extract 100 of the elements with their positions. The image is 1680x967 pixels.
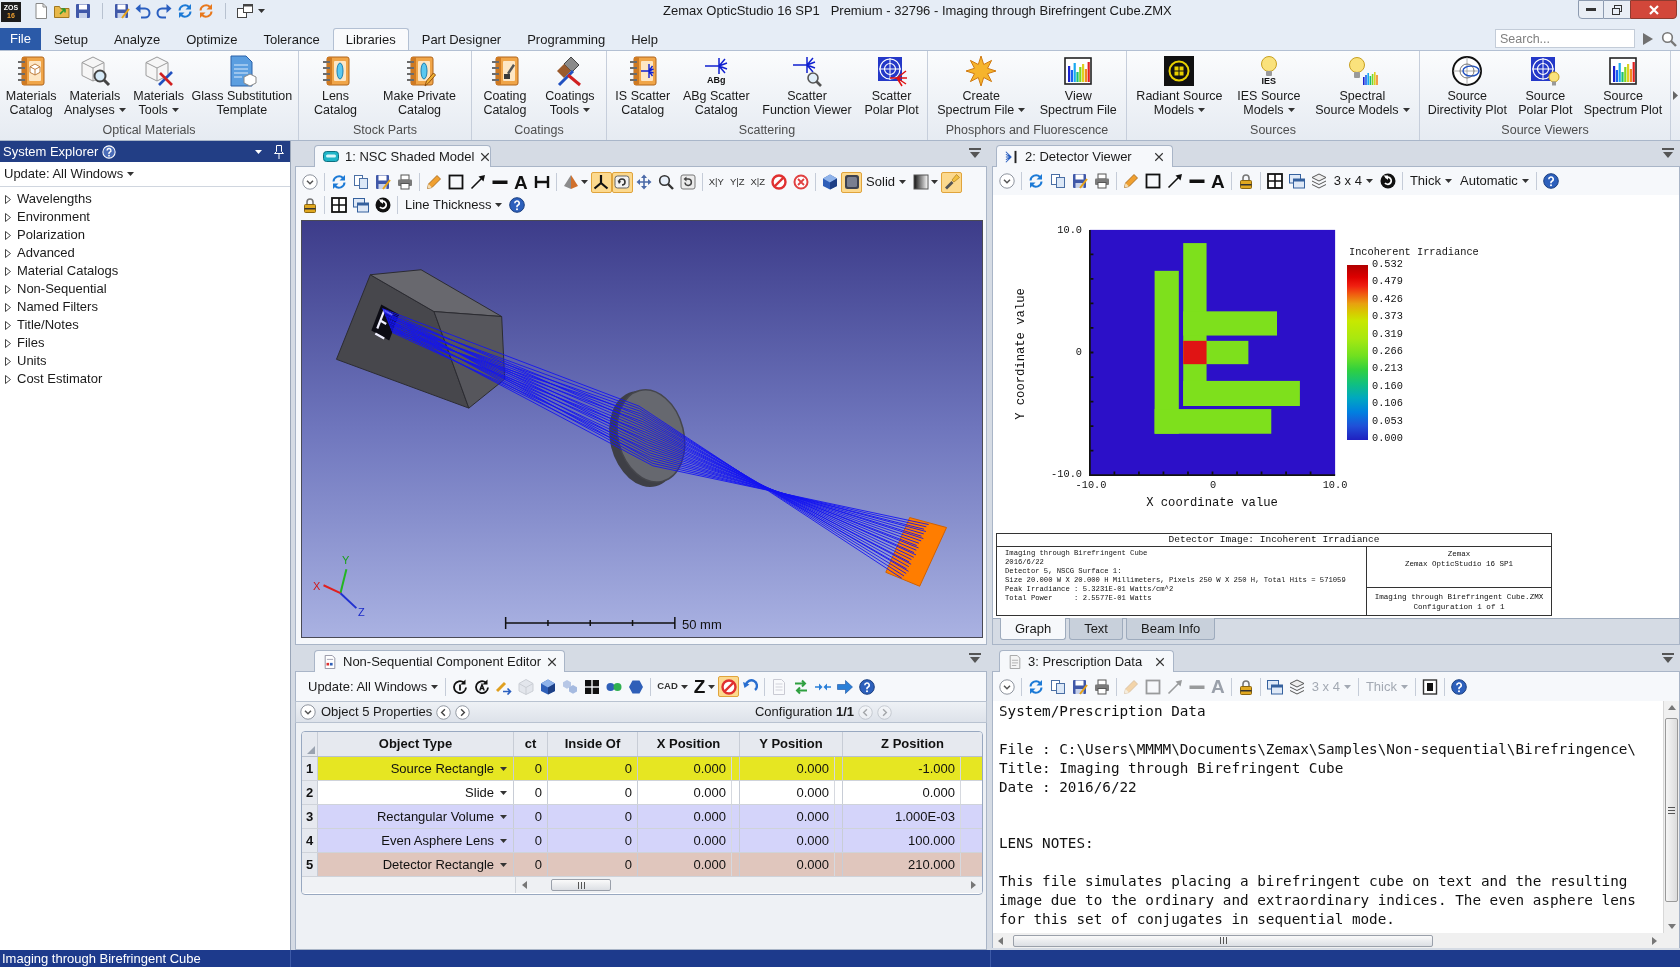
tree-item[interactable]: Polarization (0, 226, 89, 244)
ribbon-button[interactable]: Materials Analyses (62, 55, 128, 117)
menu-tab[interactable]: Libraries (332, 28, 409, 50)
chevron-down-icon[interactable] (999, 678, 1015, 695)
view-plane-button[interactable]: X|Z (747, 171, 769, 193)
expand-arrow-icon[interactable] (5, 374, 11, 384)
hexagon-icon[interactable] (628, 678, 645, 695)
windows-icon[interactable] (353, 197, 369, 213)
scrollbar-thumb[interactable] (551, 879, 611, 891)
redo-icon[interactable] (156, 3, 172, 19)
ribbon-button[interactable]: Make Private Catalog (381, 55, 458, 117)
expand-arrow-icon[interactable] (5, 284, 11, 294)
arrow-icon[interactable] (1167, 173, 1183, 189)
text-tool-button[interactable]: A (1208, 170, 1228, 192)
layers-icon[interactable] (1288, 678, 1305, 695)
expand-arrow-icon[interactable] (5, 212, 11, 222)
ribbon-button[interactable]: Spectral Source Models (1313, 55, 1412, 117)
cube-icon[interactable] (540, 678, 557, 695)
expand-arrow-icon[interactable] (5, 356, 11, 366)
window-layout-icon[interactable] (237, 3, 253, 19)
scroll-left-icon[interactable] (522, 881, 527, 889)
letter-dropdown[interactable]: Z (690, 676, 719, 697)
pin-icon[interactable] (274, 144, 284, 159)
dropdown-button[interactable]: 3 x 4 (1329, 170, 1377, 192)
ribbon-button[interactable]: Glass Substitution Template (189, 55, 295, 117)
pane-menu-icon[interactable] (969, 653, 981, 663)
open-folder-icon[interactable] (54, 3, 70, 19)
ribbon-button[interactable]: Source Spectrum Plot (1581, 55, 1665, 117)
ribbon-button[interactable]: Source Directivity Plot (1425, 55, 1509, 117)
play-icon[interactable] (1643, 32, 1653, 45)
chevron-down-icon[interactable] (302, 174, 318, 190)
ribbon-button[interactable]: Coating Catalog (481, 55, 529, 117)
pane-menu-icon[interactable] (1662, 148, 1674, 158)
shaded-square-toggle[interactable] (841, 171, 863, 193)
ribbon-button[interactable]: Materials Catalog (3, 55, 59, 117)
save-icon[interactable] (1072, 173, 1088, 189)
scroll-right-icon[interactable] (971, 881, 976, 889)
ribbon-button[interactable]: Lens Catalog (312, 55, 360, 117)
cube-icon[interactable] (822, 174, 839, 190)
swap-arrows-icon[interactable] (793, 678, 810, 695)
scrollbar-thumb[interactable] (1665, 718, 1678, 902)
next-icon[interactable] (455, 704, 471, 720)
flashlight-toggle[interactable] (941, 171, 962, 193)
view-plane-button[interactable]: X|Y (705, 171, 727, 193)
reload-icon[interactable] (452, 678, 469, 695)
help-icon[interactable] (509, 197, 526, 213)
file-menu-button[interactable]: File (0, 28, 41, 50)
dropdown-button[interactable]: Update: All Windows (304, 676, 443, 697)
scroll-left-icon[interactable] (998, 936, 1003, 945)
prohibited-toggle[interactable] (718, 676, 740, 697)
scroll-right-icon[interactable] (1673, 91, 1678, 100)
move-icon[interactable] (635, 174, 652, 190)
ribbon-button[interactable]: ABg ABg Scatter Catalog (680, 55, 752, 117)
text-tool-button[interactable]: A (511, 171, 531, 193)
menu-tab[interactable]: Programming (514, 28, 619, 50)
lock-icon[interactable] (1237, 173, 1254, 189)
dropdown-button[interactable]: Thick (1405, 170, 1456, 192)
view-plane-button[interactable]: Y|Z (726, 171, 748, 193)
help-icon[interactable] (1451, 678, 1467, 695)
ribbon-button[interactable]: IES IES Source Models (1235, 55, 1303, 117)
expand-arrow-icon[interactable] (5, 302, 11, 312)
pane-menu-icon[interactable] (1662, 653, 1674, 663)
close-icon[interactable] (1154, 151, 1164, 162)
help-icon[interactable] (1542, 173, 1559, 189)
dropdown-button[interactable]: Automatic (1456, 170, 1533, 192)
pyramid-icon[interactable] (562, 174, 579, 190)
object-type-dropdown[interactable]: Even Asphere Lens (318, 829, 514, 852)
lock-icon[interactable] (302, 197, 318, 213)
chevron-down-icon[interactable] (999, 173, 1015, 189)
ribbon-button[interactable]: Source Polar Plot (1516, 55, 1575, 117)
gradient-square-icon[interactable] (913, 174, 929, 190)
ribbon-button[interactable]: IS Scatter Catalog (613, 55, 673, 117)
dropdown-button[interactable]: Line Thickness (401, 194, 507, 216)
object-type-dropdown[interactable]: Slide (318, 781, 514, 804)
close-button[interactable] (1630, 0, 1677, 19)
view-tab[interactable]: Beam Info (1126, 618, 1216, 640)
cancel-circle-icon[interactable] (793, 174, 810, 190)
menu-tab[interactable]: Setup (40, 28, 101, 50)
view-tab[interactable]: Graph (1000, 618, 1067, 640)
scroll-up-icon[interactable] (1667, 705, 1676, 710)
save-icon[interactable] (114, 3, 130, 19)
chevron-down-icon[interactable] (300, 704, 316, 720)
tree-item[interactable]: Environment (0, 208, 94, 226)
prohibited-icon[interactable] (771, 174, 788, 190)
window-tab[interactable]: 3: Prescription Data (999, 650, 1174, 672)
tree-item[interactable]: Cost Estimator (0, 370, 107, 388)
menu-tab[interactable]: Part Designer (408, 28, 515, 50)
pane-menu-icon[interactable] (969, 148, 981, 158)
ribbon-button[interactable]: Materials Tools (131, 55, 186, 117)
arrow-icon[interactable] (470, 174, 486, 190)
ribbon-button[interactable]: Create Spectrum File (935, 55, 1028, 117)
tree-item[interactable]: Non-Sequential (0, 280, 111, 298)
vertical-scrollbar[interactable] (1663, 701, 1679, 933)
minimize-button[interactable] (1578, 0, 1604, 19)
close-icon[interactable] (547, 656, 557, 667)
copy-icon[interactable] (1050, 173, 1066, 189)
refresh-icon[interactable] (1028, 678, 1044, 695)
print-icon[interactable] (397, 174, 413, 190)
framed-square-icon[interactable] (1422, 678, 1438, 695)
object-type-dropdown[interactable]: Rectangular Volume (318, 805, 514, 828)
